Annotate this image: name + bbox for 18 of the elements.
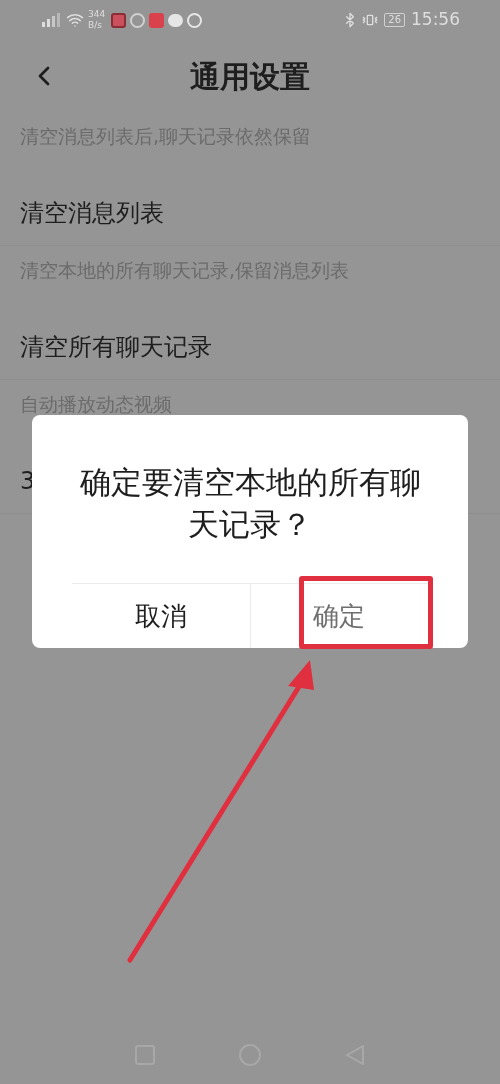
setting-item[interactable]: 清空消息列表: [20, 195, 164, 231]
app-icon: [130, 12, 146, 28]
chat-bubble-icon: [168, 13, 184, 27]
app-icon: [149, 12, 165, 28]
wifi-icon: [66, 11, 84, 29]
app-icon: [187, 12, 203, 28]
battery-indicator: 26: [384, 13, 405, 27]
net-speed-unit: B/s: [88, 20, 103, 31]
setting-item[interactable]: 清空所有聊天记录: [20, 329, 212, 365]
net-speed-value: 344: [88, 9, 106, 20]
dialog-button[interactable]: 取消: [126, 592, 195, 640]
clock-time: 15:56: [411, 8, 460, 32]
app-icon: [111, 12, 127, 28]
signal-icon: [40, 12, 60, 28]
page-title: 通用设置: [190, 57, 310, 96]
dialog-button[interactable]: 确定: [305, 592, 374, 640]
vibrate-icon: [362, 12, 379, 28]
dialog-message: 确定要清空本地的所有聊天记录？: [78, 463, 422, 544]
